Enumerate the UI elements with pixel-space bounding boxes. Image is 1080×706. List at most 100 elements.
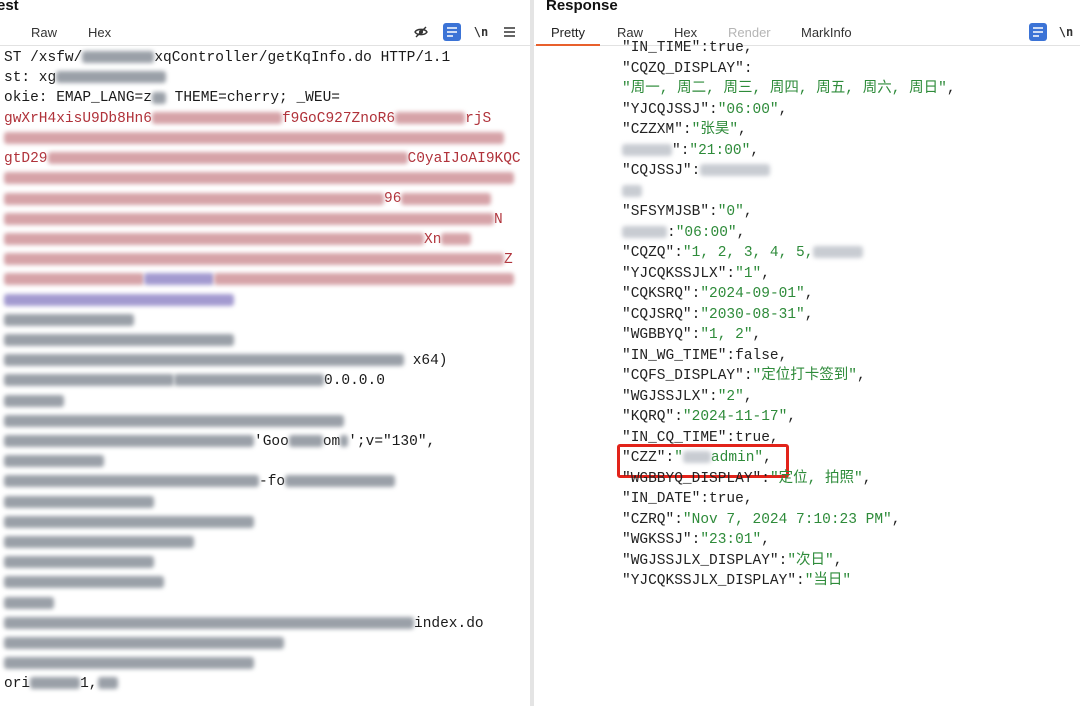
json-punct: : [743,368,753,384]
redacted-text [4,596,54,609]
json-string: "1, 2" [700,327,753,343]
pretty-format-icon[interactable] [443,23,461,41]
json-punct: : [796,573,805,589]
request-text: okie: EMAP_LANG=z [4,90,152,107]
request-text: THEME=cherry; _WEU= [165,90,340,107]
json-punct: , [833,552,843,569]
request-line [4,391,64,411]
json-key: "IN_DATE" [622,491,701,507]
request-line [4,331,234,351]
request-line: 'Goo om ';v="130", [4,432,435,452]
request-text: ';v="130", [348,433,436,450]
request-line: ori 1, [4,674,118,694]
request-text: gwXrH4xisU9Db8Hn6 [4,110,152,127]
json-line: "YJCQKSSJLX":"1", [622,264,770,285]
json-punct: : [674,511,683,528]
json-line: "WGJSSJLX_DISPLAY":"次日", [622,551,842,572]
request-line: ST /xsfw/xqController/getKqInfo.do HTTP/… [4,48,450,68]
json-line: ":"21:00", [622,141,759,162]
redacted-text [4,131,504,144]
redacted-text [285,475,396,488]
json-string: "次日" [787,552,834,569]
request-line [4,553,154,573]
request-editor[interactable]: ST /xsfw/xqController/getKqInfo.do HTTP/… [0,46,530,706]
request-line [4,169,514,189]
redacted-text [4,192,384,205]
json-line: "WGJSSJLX":"2", [622,387,753,408]
request-text: 96 [384,191,402,208]
json-punct: : [691,163,701,179]
redacted-text [4,636,284,649]
request-text: om [322,433,341,450]
tab-hex[interactable]: Hex [88,25,111,40]
request-text: rjS [465,110,492,127]
redacted-text [30,677,81,690]
json-line: "CZZ":" admin", [622,448,772,469]
newline-toggle-icon[interactable]: \n [472,23,490,41]
redacted-text [4,232,424,245]
json-string: "06:00" [717,101,779,118]
json-punct: : [709,101,718,118]
request-text: 'Goo [254,433,289,450]
json-line: "SFSYMJSB":"0", [622,202,753,223]
json-punct: : [665,450,675,466]
request-text: gtD29 [4,151,48,167]
json-line: "CZZXM":"张昊", [622,120,747,141]
redacted-text [4,394,64,407]
redacted-text [214,273,514,286]
request-line: gwXrH4xisU9Db8Hn6 f9GoC927ZnoR6 rjS [4,109,491,129]
json-punct: , [752,327,762,343]
redacted-text [4,455,104,468]
json-punct: : [761,470,770,487]
json-string: "2030-08-31" [700,306,805,323]
redacted-text [4,535,194,548]
redacted-text [4,414,344,427]
redacted-text [56,71,167,84]
json-line: "YJCQJSSJ":"06:00", [622,100,787,121]
json-punct: , [804,286,814,302]
json-key: " [672,142,681,159]
redacted-text [4,212,494,225]
json-punct: : [674,245,683,261]
redacted-text [4,556,154,569]
tab-raw[interactable]: Raw [31,25,57,40]
redacted-text [340,434,349,447]
redacted-text [700,164,771,177]
redacted-text [4,354,404,367]
newline-toggle-icon[interactable]: \n [1057,23,1075,41]
redacted-text [4,273,144,286]
request-line: st: xg [4,68,167,88]
json-key: "CQJSRQ" [622,306,692,323]
menu-icon[interactable] [500,23,518,41]
request-line [4,513,254,533]
request-text: st: xg [4,70,57,87]
json-string: "06:00" [675,224,737,241]
json-punct: , [862,470,872,487]
json-string: "2" [717,388,744,405]
redacted-text [401,192,492,205]
redacted-text [4,293,234,306]
redacted-text [4,253,504,266]
request-line [4,593,54,613]
redacted-text [622,143,672,156]
json-punct: : [743,60,753,77]
json-punct: , [761,265,770,282]
redacted-text [4,172,514,185]
request-text: ST /xsfw/ [4,50,83,66]
json-punct: , [856,368,866,384]
redacted-text [47,152,408,165]
request-pane-title: est [0,0,19,14]
hide-nonprintable-icon[interactable] [412,23,430,41]
json-string: "2024-09-01" [700,286,805,302]
request-text: N [494,211,503,228]
request-pane: est Raw Hex \n ST /xsfw/xqController/get… [0,0,530,706]
tab-pretty[interactable]: Pretty [536,25,600,46]
response-editor[interactable]: "IN_TIME":true, "CQZQ_DISPLAY": "周一, 周二, 周… [534,40,1080,706]
json-line: "KQRQ":"2024-11-17", [622,407,796,428]
request-line [4,492,154,512]
json-line: "周一, 周二, 周三, 周四, 周五, 周六, 周日", [622,79,956,100]
tab-markinfo[interactable]: MarkInfo [801,25,852,40]
request-line [4,129,504,149]
pretty-format-icon[interactable] [1029,23,1047,41]
json-key: "IN_TIME" [622,40,701,56]
